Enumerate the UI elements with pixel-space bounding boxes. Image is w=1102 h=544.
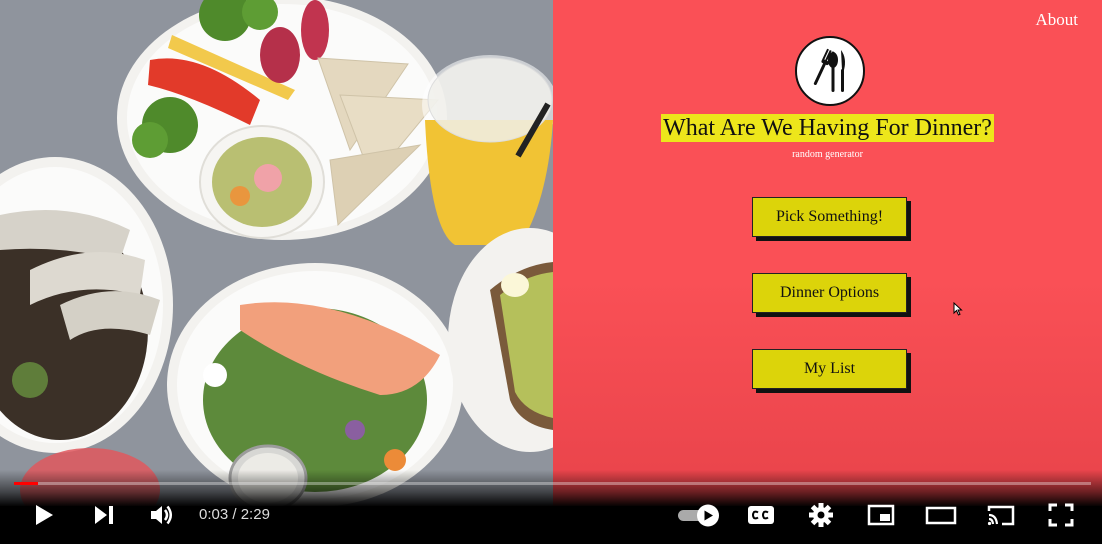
next-icon xyxy=(95,506,113,524)
fullscreen-icon xyxy=(1048,503,1074,527)
progress-bar-played xyxy=(14,482,38,485)
fullscreen-button[interactable] xyxy=(1044,500,1078,530)
pick-something-button[interactable]: Pick Something! xyxy=(752,197,907,237)
captions-button[interactable] xyxy=(744,500,778,530)
miniplayer-button[interactable] xyxy=(864,500,898,530)
miniplayer-icon xyxy=(867,504,895,526)
volume-button[interactable] xyxy=(146,500,178,530)
next-button[interactable] xyxy=(88,500,120,530)
captions-icon xyxy=(748,506,774,524)
settings-button[interactable] xyxy=(805,500,837,530)
time-display: 0:03 / 2:29 xyxy=(199,506,270,523)
cast-button[interactable] xyxy=(984,500,1018,530)
dinner-app-page: About What Are We Having For Dinner? ran… xyxy=(553,0,1102,506)
progress-bar[interactable] xyxy=(14,482,1091,485)
time-current: 0:03 xyxy=(199,506,229,523)
dinner-options-button[interactable]: Dinner Options xyxy=(752,273,907,313)
time-separator: / xyxy=(228,506,241,523)
food-photo xyxy=(0,0,553,506)
about-link[interactable]: About xyxy=(1036,10,1079,30)
play-icon xyxy=(36,505,53,525)
theater-mode-icon xyxy=(925,506,957,525)
volume-icon xyxy=(151,505,172,525)
time-total: 2:29 xyxy=(240,506,270,523)
cast-icon xyxy=(987,505,1015,526)
video-player-controls: 0:03 / 2:29 xyxy=(0,470,1102,544)
mouse-cursor-icon xyxy=(953,302,963,316)
gear-icon xyxy=(809,503,833,527)
play-button[interactable] xyxy=(28,500,60,530)
autoplay-toggle[interactable] xyxy=(676,500,722,530)
theater-mode-button[interactable] xyxy=(924,500,958,530)
my-list-button[interactable]: My List xyxy=(752,349,907,389)
autoplay-toggle-icon xyxy=(678,504,719,527)
food-photo-illustration xyxy=(0,0,553,506)
page-title: What Are We Having For Dinner? xyxy=(661,114,994,142)
fork-spoon-knife-icon xyxy=(795,36,865,106)
page-title-wrap: What Are We Having For Dinner? xyxy=(553,114,1102,142)
page-subtitle: random generator xyxy=(792,149,863,160)
